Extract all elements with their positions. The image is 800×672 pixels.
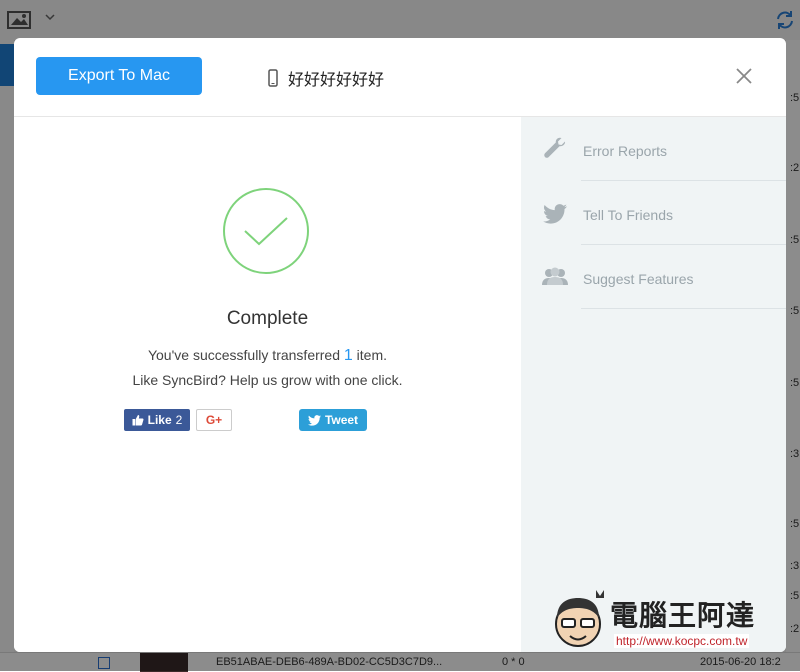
phone-icon — [268, 69, 278, 87]
message-prefix: You've successfully transferred — [147, 347, 344, 363]
transfer-count: 1 — [343, 347, 353, 364]
transfer-complete-dialog: Export To Mac 好好好好好好 Complete You've suc… — [14, 38, 786, 652]
side-item-label: Error Reports — [583, 143, 668, 159]
dialog-main: Complete You've successfully transferred… — [14, 117, 521, 652]
watermark: 電腦王阿達 http://www.kocpc.com.tw — [548, 588, 798, 658]
close-icon[interactable] — [734, 66, 754, 86]
tweet-label: Tweet — [324, 413, 359, 427]
mascot-icon — [555, 590, 604, 647]
side-item-suggest-features[interactable]: Suggest Features — [521, 245, 786, 309]
google-plus-button[interactable]: G+ — [196, 409, 232, 431]
message-suffix: item. — [352, 347, 388, 363]
twitter-bird-icon — [543, 204, 567, 224]
twitter-bird-icon — [307, 414, 321, 426]
transfer-message: You've successfully transferred 1 item. — [14, 347, 521, 365]
side-item-error-reports[interactable]: Error Reports — [521, 117, 786, 181]
watermark-title: 電腦王阿達 — [610, 599, 756, 632]
side-item-tell-to-friends[interactable]: Tell To Friends — [521, 181, 786, 245]
dialog-side-panel: Error Reports Tell To Friends Suggest Fe… — [521, 117, 786, 652]
divider — [581, 308, 786, 309]
facebook-like-button[interactable]: Like 2 — [124, 409, 190, 431]
wrench-icon — [544, 137, 566, 158]
complete-title: Complete — [226, 308, 309, 329]
dialog-header: Export To Mac 好好好好好好 — [14, 38, 786, 117]
share-prompt: Like SyncBird? Help us grow with one cli… — [132, 372, 403, 388]
thumbs-up-icon — [132, 415, 144, 426]
device-name: 好好好好好好 — [288, 70, 385, 89]
like-label: Like — [147, 413, 172, 427]
like-count: 2 — [175, 413, 183, 427]
tweet-button[interactable]: Tweet — [299, 409, 367, 431]
device-label: 好好好好好好 — [268, 66, 384, 90]
side-item-label: Suggest Features — [583, 271, 694, 287]
watermark-url: http://www.kocpc.com.tw — [614, 634, 750, 648]
export-to-mac-button[interactable]: Export To Mac — [36, 57, 202, 95]
success-check-icon — [223, 188, 309, 274]
side-item-label: Tell To Friends — [583, 207, 674, 223]
users-icon — [542, 267, 568, 285]
